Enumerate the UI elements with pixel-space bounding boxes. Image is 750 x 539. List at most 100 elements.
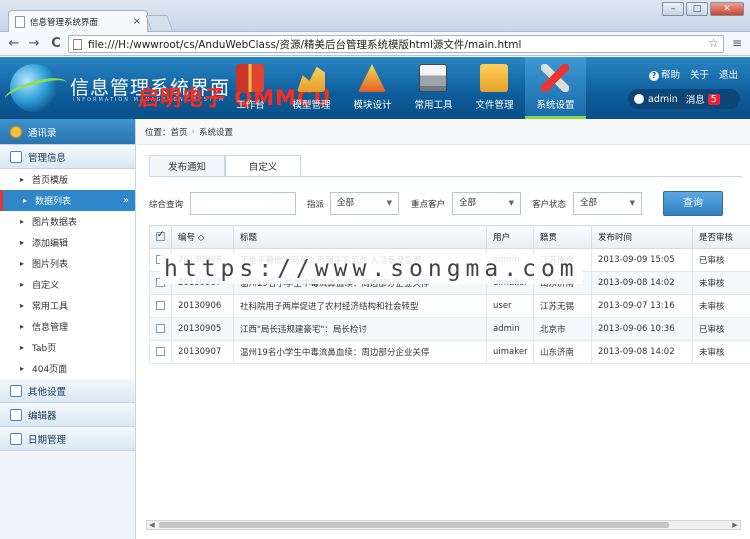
user-icon bbox=[634, 94, 644, 104]
top-nav-label: 文件管理 bbox=[475, 100, 514, 111]
user-pill: admin 消息 5 bbox=[628, 89, 740, 109]
cell-time: 2013-09-08 14:02 bbox=[591, 340, 693, 364]
cell-id: 20130906 bbox=[171, 294, 234, 318]
cell-origin: 江苏无锡 bbox=[533, 294, 592, 318]
query-button[interactable]: 查询 bbox=[663, 191, 723, 216]
sidebar-section-editor[interactable]: 编辑器 bbox=[0, 403, 135, 427]
top-nav-item-files[interactable]: 文件管理 bbox=[464, 57, 525, 119]
cell-title[interactable]: 温州19名小学生中毒流鼻血续：周边部分企业关停 bbox=[233, 340, 487, 364]
search-input[interactable] bbox=[190, 192, 296, 215]
select-all-checkbox[interactable] bbox=[156, 230, 165, 241]
sidebar-section-other[interactable]: 其他设置 bbox=[0, 379, 135, 403]
top-nav-label: 模块设计 bbox=[353, 100, 392, 111]
table-header-row: 编号 ◇ 标题 用户 籍贯 发布时间 是否审核 bbox=[149, 225, 750, 249]
select-all-cell[interactable] bbox=[149, 225, 172, 249]
scrollbar-thumb[interactable] bbox=[159, 522, 669, 528]
design-tools-icon bbox=[358, 64, 386, 92]
cell-origin: 山东济南 bbox=[533, 340, 592, 364]
top-nav-item-tools[interactable]: 常用工具 bbox=[403, 57, 464, 119]
table-row[interactable]: 20130907 温州19名小学生中毒流鼻血续：周边部分企业关停 uimaker… bbox=[149, 340, 750, 364]
cell-id: 20130907 bbox=[171, 340, 234, 364]
horizontal-scrollbar[interactable]: ◀ ▶ bbox=[146, 520, 741, 530]
sidebar-section-contacts[interactable]: 通讯录 bbox=[0, 119, 135, 145]
sidebar-item-image-list[interactable]: 图片列表 bbox=[0, 253, 135, 274]
row-checkbox[interactable] bbox=[156, 347, 165, 356]
messages-count-badge: 5 bbox=[707, 93, 720, 105]
cell-title[interactable]: 江西"局长违规建豪宅"：局长检讨 bbox=[233, 317, 487, 341]
content-tabs: 发布通知 自定义 bbox=[149, 155, 301, 177]
forward-icon[interactable]: → bbox=[26, 36, 42, 52]
sidebar-item-tools[interactable]: 常用工具 bbox=[0, 295, 135, 316]
new-tab-button[interactable] bbox=[145, 15, 173, 30]
column-header-id[interactable]: 编号 ◇ bbox=[171, 225, 234, 249]
folder-icon bbox=[480, 64, 508, 92]
sidebar-item-image-data[interactable]: 图片数据表 bbox=[0, 211, 135, 232]
assign-select[interactable]: 全部 ▼ bbox=[330, 192, 399, 215]
reload-icon[interactable]: C bbox=[48, 36, 64, 52]
column-header-time: 发布时间 bbox=[591, 225, 693, 249]
sidebar-item-data-list[interactable]: 数据列表 bbox=[0, 190, 135, 211]
row-select-cell[interactable] bbox=[149, 317, 172, 341]
help-icon: ? bbox=[648, 71, 659, 81]
sidebar-item-tab-page[interactable]: Tab页 bbox=[0, 337, 135, 358]
table-row[interactable]: 20130906 社科院用子两岸促进了农村经济结构和社会转型 user 江苏无锡… bbox=[149, 294, 750, 318]
close-tab-icon[interactable]: × bbox=[133, 16, 141, 27]
status-select[interactable]: 全部 ▼ bbox=[573, 192, 642, 215]
row-select-cell[interactable] bbox=[149, 340, 172, 364]
cell-status: 未审核 bbox=[692, 271, 750, 295]
close-window-button[interactable]: ✕ bbox=[710, 2, 744, 16]
minimize-button[interactable]: – bbox=[662, 2, 684, 16]
sidebar-sub-list: 首页模版 数据列表 图片数据表 添加编辑 图片列表 自定义 常用工具 信息管理 … bbox=[0, 169, 135, 379]
cell-user: uimaker bbox=[486, 340, 534, 364]
help-link[interactable]: ? 帮助 bbox=[648, 67, 680, 81]
row-select-cell[interactable] bbox=[149, 294, 172, 318]
sidebar-item-add-edit[interactable]: 添加编辑 bbox=[0, 232, 135, 253]
top-nav-item-workbench[interactable]: 工作台 bbox=[220, 57, 281, 119]
header-links: ? 帮助 关于 退出 bbox=[648, 67, 738, 81]
back-icon[interactable]: ← bbox=[6, 36, 22, 52]
chevron-down-icon: ▼ bbox=[386, 199, 392, 207]
breadcrumb-current[interactable]: 系统设置 bbox=[199, 126, 233, 138]
top-nav-item-settings[interactable]: 系统设置 bbox=[525, 57, 586, 119]
sidebar-item-info-manage[interactable]: 信息管理 bbox=[0, 316, 135, 337]
sidebar-item-home-template[interactable]: 首页模版 bbox=[0, 169, 135, 190]
chevron-down-icon: ▼ bbox=[508, 199, 514, 207]
url-input[interactable]: file:///H:/wwwroot/cs/AnduWebClass/资源/精美… bbox=[68, 35, 724, 53]
calendar-icon bbox=[10, 432, 22, 445]
logout-link[interactable]: 退出 bbox=[719, 67, 738, 81]
printer-icon bbox=[419, 64, 447, 92]
sidebar-section-info[interactable]: 管理信息 bbox=[0, 145, 135, 169]
top-nav-item-model[interactable]: 模型管理 bbox=[281, 57, 342, 119]
chevron-down-icon: ▼ bbox=[629, 199, 635, 207]
breadcrumb-home[interactable]: 首页 bbox=[171, 126, 188, 138]
assign-label: 指派 bbox=[307, 200, 325, 210]
maximize-button[interactable]: □ bbox=[686, 2, 708, 16]
row-checkbox[interactable] bbox=[156, 324, 165, 333]
bookmark-star-icon[interactable]: ☆ bbox=[708, 36, 719, 50]
help-label: 帮助 bbox=[660, 70, 680, 81]
sidebar-section-label: 编辑器 bbox=[28, 410, 57, 422]
table-row[interactable]: 20130905 江西"局长违规建豪宅"：局长检讨 admin 北京市 2013… bbox=[149, 317, 750, 341]
key-customer-select[interactable]: 全部 ▼ bbox=[452, 192, 521, 215]
sidebar-section-date[interactable]: 日期管理 bbox=[0, 427, 135, 451]
scroll-right-icon[interactable]: ▶ bbox=[730, 520, 740, 530]
browser-tab[interactable]: 信息管理系统界面 × bbox=[8, 10, 148, 32]
sidebar-item-404[interactable]: 404页面 bbox=[0, 358, 135, 379]
browser-menu-icon[interactable]: ≡ bbox=[732, 36, 742, 50]
column-header-status: 是否审核 bbox=[692, 225, 750, 249]
breadcrumb-label: 位置： bbox=[145, 127, 171, 138]
top-nav-item-design[interactable]: 模块设计 bbox=[342, 57, 403, 119]
messages-label[interactable]: 消息 bbox=[686, 92, 705, 106]
username[interactable]: admin bbox=[648, 94, 678, 105]
row-checkbox[interactable] bbox=[156, 301, 165, 310]
tab-custom[interactable]: 自定义 bbox=[225, 155, 301, 177]
sidebar: 通讯录 管理信息 首页模版 数据列表 图片数据表 添加编辑 图片列表 自定义 常… bbox=[0, 119, 136, 539]
key-customer-label: 重点客户 bbox=[411, 200, 446, 210]
about-link[interactable]: 关于 bbox=[690, 67, 709, 81]
cell-title[interactable]: 社科院用子两岸促进了农村经济结构和社会转型 bbox=[233, 294, 487, 318]
sidebar-item-custom[interactable]: 自定义 bbox=[0, 274, 135, 295]
book-icon bbox=[236, 64, 264, 92]
scroll-left-icon[interactable]: ◀ bbox=[147, 520, 157, 530]
tab-publish-notice[interactable]: 发布通知 bbox=[149, 155, 225, 177]
cell-time: 2013-09-07 13:16 bbox=[591, 294, 693, 318]
